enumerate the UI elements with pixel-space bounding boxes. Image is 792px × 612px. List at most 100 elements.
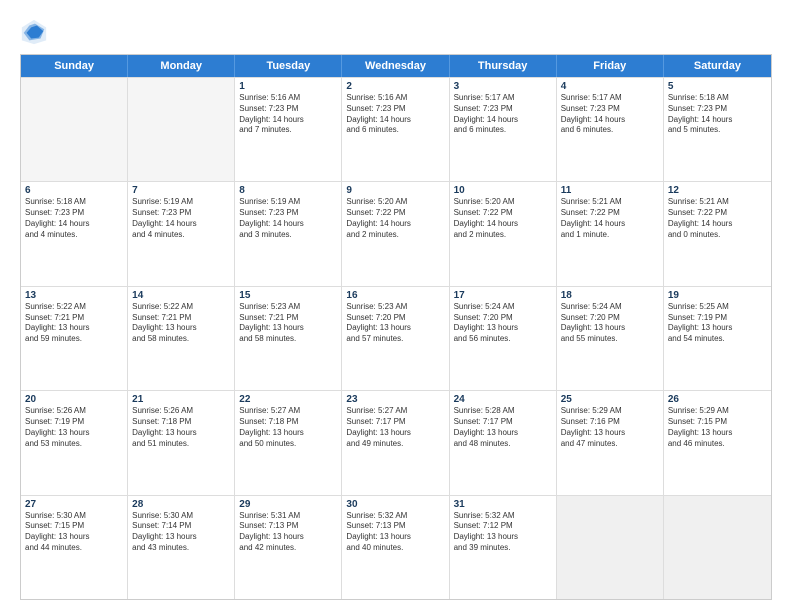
- cell-text: Daylight: 13 hours: [454, 532, 552, 543]
- day-number: 21: [132, 394, 230, 405]
- day-number: 14: [132, 290, 230, 301]
- cell-text: Sunset: 7:22 PM: [561, 208, 659, 219]
- cell-text: and 1 minute.: [561, 230, 659, 241]
- cell-text: and 46 minutes.: [668, 439, 767, 450]
- day-cell-1: 1Sunrise: 5:16 AMSunset: 7:23 PMDaylight…: [235, 78, 342, 181]
- cell-text: Daylight: 13 hours: [239, 532, 337, 543]
- week-row-2: 6Sunrise: 5:18 AMSunset: 7:23 PMDaylight…: [21, 181, 771, 285]
- day-number: 16: [346, 290, 444, 301]
- cell-text: Sunrise: 5:17 AM: [561, 93, 659, 104]
- cell-text: Daylight: 13 hours: [346, 323, 444, 334]
- cell-text: Sunset: 7:15 PM: [668, 417, 767, 428]
- cell-text: Daylight: 13 hours: [25, 323, 123, 334]
- day-number: 4: [561, 81, 659, 92]
- cell-text: Sunrise: 5:30 AM: [132, 511, 230, 522]
- cell-text: Daylight: 14 hours: [239, 115, 337, 126]
- cell-text: Sunset: 7:18 PM: [239, 417, 337, 428]
- day-cell-9: 9Sunrise: 5:20 AMSunset: 7:22 PMDaylight…: [342, 182, 449, 285]
- cell-text: and 49 minutes.: [346, 439, 444, 450]
- cell-text: Sunrise: 5:17 AM: [454, 93, 552, 104]
- cell-text: Sunrise: 5:16 AM: [239, 93, 337, 104]
- cell-text: and 47 minutes.: [561, 439, 659, 450]
- cell-text: Sunrise: 5:26 AM: [25, 406, 123, 417]
- cell-text: Sunrise: 5:22 AM: [25, 302, 123, 313]
- day-cell-22: 22Sunrise: 5:27 AMSunset: 7:18 PMDayligh…: [235, 391, 342, 494]
- day-cell-20: 20Sunrise: 5:26 AMSunset: 7:19 PMDayligh…: [21, 391, 128, 494]
- cell-text: Daylight: 13 hours: [239, 428, 337, 439]
- cell-text: and 51 minutes.: [132, 439, 230, 450]
- cell-text: Sunrise: 5:27 AM: [239, 406, 337, 417]
- cell-text: Sunset: 7:12 PM: [454, 521, 552, 532]
- cell-text: Sunset: 7:23 PM: [239, 104, 337, 115]
- cell-text: and 40 minutes.: [346, 543, 444, 554]
- cell-text: and 55 minutes.: [561, 334, 659, 345]
- calendar-header: SundayMondayTuesdayWednesdayThursdayFrid…: [21, 55, 771, 77]
- cell-text: Sunset: 7:22 PM: [668, 208, 767, 219]
- day-number: 1: [239, 81, 337, 92]
- cell-text: and 2 minutes.: [454, 230, 552, 241]
- cell-text: and 53 minutes.: [25, 439, 123, 450]
- empty-cell: [21, 78, 128, 181]
- cell-text: Daylight: 14 hours: [454, 219, 552, 230]
- cell-text: Sunset: 7:23 PM: [346, 104, 444, 115]
- cell-text: Sunrise: 5:27 AM: [346, 406, 444, 417]
- cell-text: and 2 minutes.: [346, 230, 444, 241]
- day-number: 31: [454, 499, 552, 510]
- cell-text: Daylight: 13 hours: [132, 323, 230, 334]
- cell-text: Sunrise: 5:21 AM: [668, 197, 767, 208]
- day-number: 2: [346, 81, 444, 92]
- cell-text: Daylight: 14 hours: [561, 219, 659, 230]
- cell-text: Daylight: 13 hours: [239, 323, 337, 334]
- cell-text: Sunrise: 5:21 AM: [561, 197, 659, 208]
- day-cell-14: 14Sunrise: 5:22 AMSunset: 7:21 PMDayligh…: [128, 287, 235, 390]
- cell-text: Daylight: 14 hours: [239, 219, 337, 230]
- cell-text: and 5 minutes.: [668, 125, 767, 136]
- week-row-3: 13Sunrise: 5:22 AMSunset: 7:21 PMDayligh…: [21, 286, 771, 390]
- day-cell-26: 26Sunrise: 5:29 AMSunset: 7:15 PMDayligh…: [664, 391, 771, 494]
- day-number: 6: [25, 185, 123, 196]
- day-number: 29: [239, 499, 337, 510]
- cell-text: Sunset: 7:14 PM: [132, 521, 230, 532]
- cell-text: and 58 minutes.: [132, 334, 230, 345]
- cell-text: Sunrise: 5:24 AM: [454, 302, 552, 313]
- header-day-saturday: Saturday: [664, 55, 771, 77]
- cell-text: Daylight: 13 hours: [25, 428, 123, 439]
- cell-text: Sunrise: 5:29 AM: [561, 406, 659, 417]
- cell-text: Sunrise: 5:16 AM: [346, 93, 444, 104]
- day-number: 24: [454, 394, 552, 405]
- day-cell-21: 21Sunrise: 5:26 AMSunset: 7:18 PMDayligh…: [128, 391, 235, 494]
- day-cell-13: 13Sunrise: 5:22 AMSunset: 7:21 PMDayligh…: [21, 287, 128, 390]
- cell-text: and 4 minutes.: [25, 230, 123, 241]
- cell-text: and 0 minutes.: [668, 230, 767, 241]
- cell-text: Sunset: 7:20 PM: [454, 313, 552, 324]
- day-number: 12: [668, 185, 767, 196]
- cell-text: Sunset: 7:22 PM: [346, 208, 444, 219]
- cell-text: Sunrise: 5:30 AM: [25, 511, 123, 522]
- day-cell-27: 27Sunrise: 5:30 AMSunset: 7:15 PMDayligh…: [21, 496, 128, 599]
- cell-text: Sunset: 7:23 PM: [454, 104, 552, 115]
- day-number: 20: [25, 394, 123, 405]
- calendar: SundayMondayTuesdayWednesdayThursdayFrid…: [20, 54, 772, 600]
- cell-text: Daylight: 14 hours: [454, 115, 552, 126]
- cell-text: Daylight: 14 hours: [561, 115, 659, 126]
- cell-text: and 4 minutes.: [132, 230, 230, 241]
- day-cell-8: 8Sunrise: 5:19 AMSunset: 7:23 PMDaylight…: [235, 182, 342, 285]
- day-cell-19: 19Sunrise: 5:25 AMSunset: 7:19 PMDayligh…: [664, 287, 771, 390]
- day-cell-30: 30Sunrise: 5:32 AMSunset: 7:13 PMDayligh…: [342, 496, 449, 599]
- day-number: 22: [239, 394, 337, 405]
- cell-text: and 7 minutes.: [239, 125, 337, 136]
- cell-text: Daylight: 13 hours: [668, 323, 767, 334]
- cell-text: Sunset: 7:15 PM: [25, 521, 123, 532]
- empty-cell: [664, 496, 771, 599]
- day-number: 23: [346, 394, 444, 405]
- cell-text: Daylight: 13 hours: [346, 532, 444, 543]
- cell-text: Sunrise: 5:18 AM: [25, 197, 123, 208]
- cell-text: and 6 minutes.: [454, 125, 552, 136]
- cell-text: Sunset: 7:13 PM: [239, 521, 337, 532]
- cell-text: Daylight: 13 hours: [561, 323, 659, 334]
- header-day-tuesday: Tuesday: [235, 55, 342, 77]
- cell-text: and 6 minutes.: [561, 125, 659, 136]
- cell-text: Daylight: 13 hours: [346, 428, 444, 439]
- cell-text: Sunrise: 5:31 AM: [239, 511, 337, 522]
- day-number: 26: [668, 394, 767, 405]
